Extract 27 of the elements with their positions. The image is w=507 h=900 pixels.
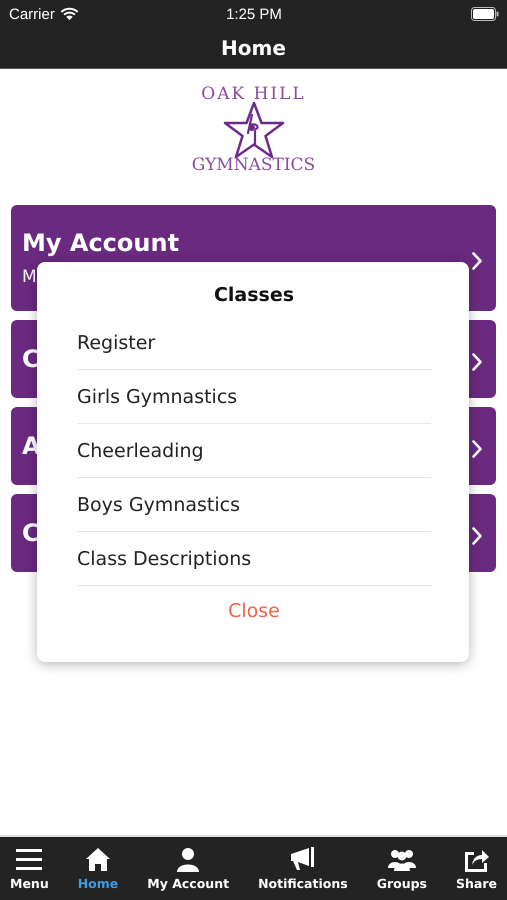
chevron-icon [472,252,482,270]
chevron-icon [472,353,482,371]
dialog-option[interactable]: Girls Gymnastics [77,370,431,424]
dialog-option[interactable]: Register [77,316,431,370]
wifi-icon [60,7,79,21]
tab-item[interactable]: Groups [370,837,433,900]
battery-icon [471,7,499,21]
dialog-option[interactable]: Boys Gymnastics [77,478,431,532]
card-title: My Account [22,229,180,257]
dialog-option[interactable]: Class Descriptions [77,532,431,586]
star-gymnast-logo [222,101,286,159]
status-time: 1:25 PM [226,6,282,22]
logo-text: GYMNASTICS [192,155,316,175]
dialog-title: Classes [212,284,296,306]
tab-item[interactable]: Menu [4,837,55,900]
tab-item[interactable]: Notifications [252,837,354,900]
home-icon [84,846,112,874]
card-subtitle: M [22,267,38,287]
chevron-icon [472,440,482,458]
screen-title: Home [221,36,286,60]
logo-text: OAK HILL [201,85,306,103]
tab-item[interactable]: Home [72,837,124,900]
carrier-label: Carrier [9,6,55,22]
chevron-icon [472,527,482,545]
tab-item[interactable]: My Account [141,837,236,900]
dialog-option[interactable]: Cheerleading [77,424,431,478]
tab-item[interactable]: Share [450,837,503,900]
